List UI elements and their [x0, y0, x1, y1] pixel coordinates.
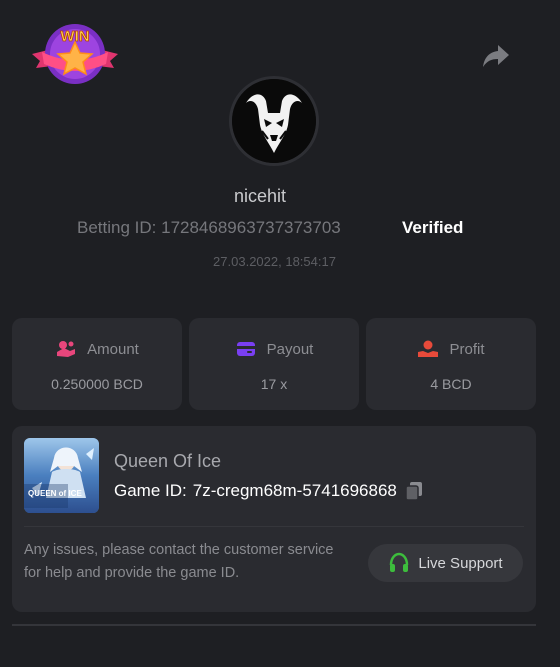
- share-icon[interactable]: [482, 43, 510, 69]
- game-card: QUEEN of ICE Queen Of Ice Game ID: 7z-cr…: [12, 426, 536, 612]
- copy-icon[interactable]: [403, 480, 425, 502]
- amount-value: 0.250000 BCD: [51, 376, 143, 392]
- bet-timestamp: 27.03.2022, 18:54:17: [213, 254, 336, 269]
- verified-badge: Verified: [402, 218, 464, 237]
- win-badge: WIN: [30, 20, 120, 90]
- svg-text:QUEEN of ICE: QUEEN of ICE: [28, 489, 82, 498]
- game-id-label: Game ID:: [114, 481, 187, 500]
- game-id: Game ID: 7z-cregm68m-5741696868: [114, 480, 425, 502]
- game-id-value: 7z-cregm68m-5741696868: [192, 481, 397, 500]
- betting-id-value: 1728468963737373703: [161, 218, 341, 237]
- coins-icon: [57, 341, 76, 357]
- card-icon: [236, 342, 255, 356]
- betting-id: Betting ID: 1728468963737373703: [77, 218, 341, 238]
- amount-card: Amount 0.250000 BCD: [12, 318, 182, 410]
- game-name: Queen Of Ice: [114, 451, 222, 471]
- game-thumbnail[interactable]: QUEEN of ICE: [24, 438, 99, 513]
- amount-label: Amount: [87, 340, 139, 358]
- payout-card: Payout 17 x: [189, 318, 359, 410]
- avatar: [229, 76, 319, 166]
- hand-coin-icon: [418, 340, 439, 357]
- username: nicehit: [233, 186, 287, 206]
- payout-label: Payout: [266, 340, 314, 358]
- bottom-divider: [12, 624, 536, 626]
- svg-text:WIN: WIN: [60, 28, 89, 45]
- profit-card: Profit 4 BCD: [366, 318, 536, 410]
- profit-label: Profit: [449, 340, 485, 358]
- headset-icon: [390, 552, 409, 572]
- live-support-button[interactable]: Live Support: [368, 544, 523, 582]
- live-support-label: Live Support: [418, 554, 503, 572]
- divider: [24, 526, 524, 527]
- profit-value: 4 BCD: [430, 376, 472, 392]
- betting-id-label: Betting ID:: [77, 218, 157, 237]
- support-notice: Any issues, please contact the customer …: [24, 542, 334, 581]
- payout-value: 17 x: [260, 376, 288, 392]
